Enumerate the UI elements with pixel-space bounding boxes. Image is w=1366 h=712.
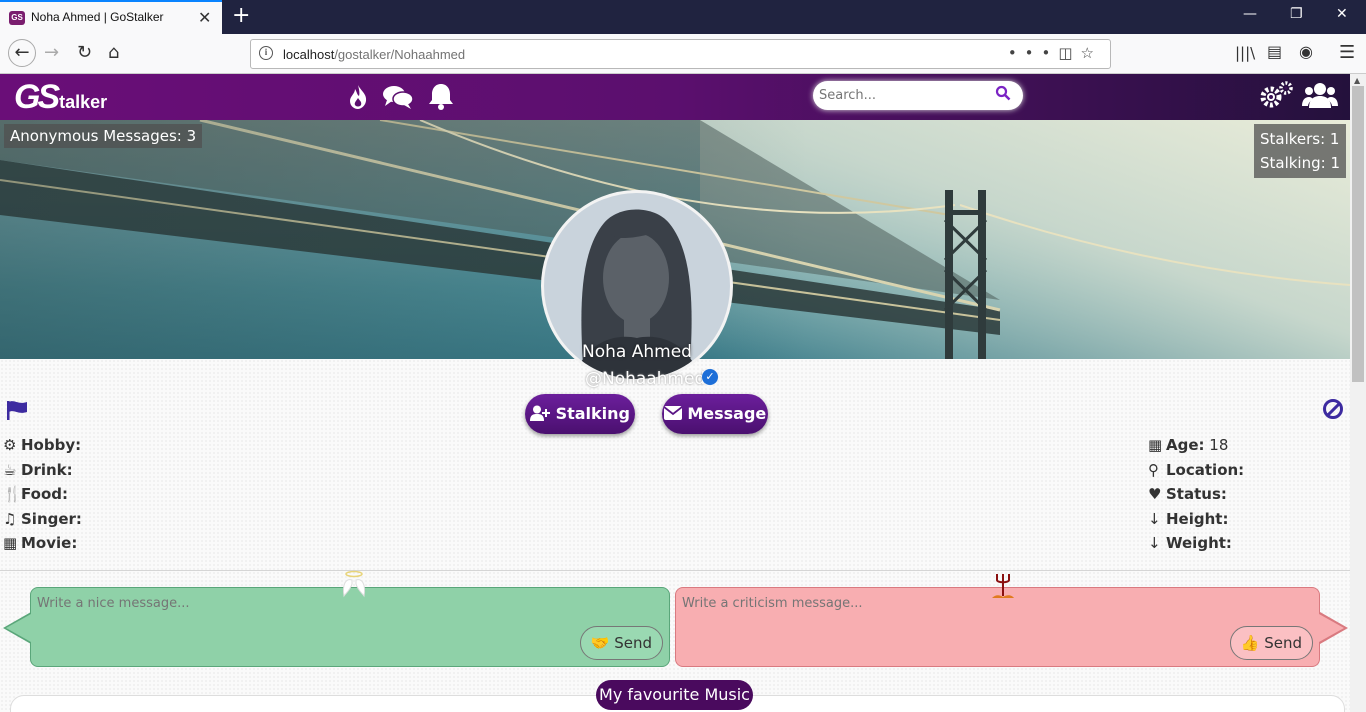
menu-icon[interactable]: ☰ — [1339, 42, 1355, 63]
thumbs-up-icon: 👍 — [1240, 634, 1260, 652]
comments-icon[interactable] — [382, 86, 422, 116]
header-right — [1258, 80, 1338, 117]
info-hobby: ⚙ Hobby: — [3, 436, 82, 454]
library-icon[interactable]: |||\ — [1235, 44, 1255, 62]
music-section-title: My favourite Music — [596, 680, 753, 710]
account-icon[interactable]: ◉ — [1299, 42, 1313, 61]
header-nav-icons — [348, 82, 461, 116]
right-info-list: ▦ Age: 18 ⚲ Location: ♥ Status: ↓ Height: ↓ W… — [1148, 436, 1244, 559]
minimize-icon[interactable]: — — [1243, 6, 1257, 22]
angel-icon — [340, 570, 368, 600]
info-age: ▦ Age: 18 — [1148, 436, 1229, 454]
info-weight: ↓ Weight: — [1148, 534, 1232, 552]
criticism-send-label: Send — [1264, 634, 1302, 652]
nice-send-button[interactable]: 🤝 Send — [579, 626, 663, 660]
calendar-icon: ▦ — [1148, 436, 1163, 454]
info-location: ⚲ Location: — [1148, 460, 1245, 479]
window-close-icon[interactable]: ✕ — [1336, 6, 1348, 22]
info-food: 🍴Food: — [3, 485, 68, 503]
pocket-icon[interactable]: ◫ — [1058, 44, 1080, 62]
home-icon[interactable]: ⌂ — [108, 42, 119, 63]
url-bar[interactable]: i localhost/gostalker/Nohaahmed •••◫☆ — [250, 39, 1111, 69]
settings-gears-icon[interactable] — [1258, 81, 1302, 117]
scroll-thumb[interactable] — [1352, 86, 1364, 382]
page-actions-icon[interactable]: ••• — [1008, 44, 1059, 62]
message-button[interactable]: Message — [662, 394, 768, 434]
block-icon[interactable] — [1323, 399, 1343, 419]
search-box — [813, 81, 1023, 110]
envelope-icon — [663, 404, 688, 423]
stalking-button[interactable]: Stalking — [525, 394, 635, 434]
nice-send-label: Send — [614, 634, 652, 652]
browser-tab[interactable]: GS Noha Ahmed | GoStalker ✕ — [0, 0, 222, 34]
left-info-list: ⚙ Hobby: ☕ Drink: 🍴Food: ♫ Singer: ▦ Movie: — [3, 436, 82, 559]
stalking-count[interactable]: Stalking: 1 — [1260, 151, 1340, 175]
criticism-message-input[interactable] — [682, 596, 1182, 611]
new-tab-icon[interactable]: + — [232, 3, 250, 28]
info-status: ♥ Status: — [1148, 485, 1227, 503]
film-icon: ▦ — [3, 534, 18, 552]
browser-navbar: ← → ↻ ⌂ i localhost/gostalker/Nohaahmed … — [0, 34, 1366, 74]
favicon-icon: GS — [9, 11, 25, 25]
criticism-arrow-fill — [1319, 614, 1344, 642]
map-marker-icon: ⚲ — [1148, 460, 1159, 479]
sort-amount-icon: ↓ — [1148, 534, 1161, 552]
nice-message-input[interactable] — [37, 596, 537, 611]
info-height: ↓ Height: — [1148, 509, 1229, 528]
stalking-button-label: Stalking — [555, 404, 630, 423]
info-drink: ☕ Drink: — [3, 460, 73, 479]
info-singer: ♫ Singer: — [3, 509, 82, 528]
forward-icon[interactable]: → — [44, 42, 59, 63]
stalk-counts-badge[interactable]: Stalkers: 1 Stalking: 1 — [1253, 124, 1346, 178]
bookmark-star-icon[interactable]: ☆ — [1081, 44, 1102, 62]
url-text[interactable]: localhost/gostalker/Nohaahmed — [283, 47, 465, 62]
profile-handle: @Nohaahmed — [585, 369, 706, 389]
reload-icon[interactable]: ↻ — [77, 42, 92, 63]
verified-icon: ✓ — [702, 369, 718, 385]
search-input[interactable] — [819, 86, 989, 104]
logo[interactable]: GS talker — [14, 78, 107, 117]
nice-arrow-fill — [6, 614, 31, 642]
url-path: /gostalker/Nohaahmed — [334, 47, 466, 62]
criticism-send-button[interactable]: 👍 Send — [1229, 626, 1313, 660]
scroll-up-icon[interactable]: ▲ — [1354, 76, 1360, 85]
logo-text: talker — [59, 92, 108, 112]
coffee-icon: ☕ — [3, 460, 17, 479]
url-actions: •••◫☆ — [1008, 44, 1102, 62]
info-movie: ▦ Movie: — [3, 534, 78, 552]
message-button-label: Message — [687, 404, 767, 423]
url-host: localhost — [283, 47, 335, 62]
search-icon[interactable] — [995, 85, 1011, 105]
logo-mark: GS — [14, 78, 60, 116]
sidebar-icon[interactable]: ▤ — [1267, 42, 1282, 61]
fire-icon[interactable] — [348, 85, 376, 116]
anonymous-messages-badge[interactable]: Anonymous Messages: 3 — [4, 124, 203, 148]
browser-tabbar: GS Noha Ahmed | GoStalker ✕ + — ❐ ✕ — [0, 0, 1366, 34]
utensils-icon: 🍴 — [3, 485, 22, 503]
tab-close-icon[interactable]: ✕ — [198, 8, 211, 27]
page-scrollbar[interactable]: ▲ — [1350, 74, 1366, 712]
back-icon[interactable]: ← — [8, 39, 36, 67]
section-divider — [0, 570, 1350, 571]
tab-title: Noha Ahmed | GoStalker — [31, 10, 164, 24]
devil-trident-icon — [990, 570, 1016, 600]
profile-name: Noha Ahmed — [582, 342, 692, 362]
restore-icon[interactable]: ❐ — [1290, 6, 1303, 22]
site-info-icon[interactable]: i — [259, 46, 273, 60]
puzzle-icon: ⚙ — [3, 436, 17, 454]
handshake-icon: 🤝 — [590, 634, 610, 652]
sort-numeric-icon: ↓ — [1148, 509, 1161, 528]
users-icon[interactable] — [1302, 83, 1338, 117]
site-header: GS talker — [0, 74, 1350, 120]
bell-icon[interactable] — [427, 84, 455, 116]
heart-icon: ♥ — [1148, 485, 1162, 503]
user-plus-icon — [530, 404, 556, 423]
stalkers-count[interactable]: Stalkers: 1 — [1260, 127, 1340, 151]
headphones-icon: ♫ — [3, 509, 17, 528]
flag-icon[interactable] — [6, 400, 28, 425]
